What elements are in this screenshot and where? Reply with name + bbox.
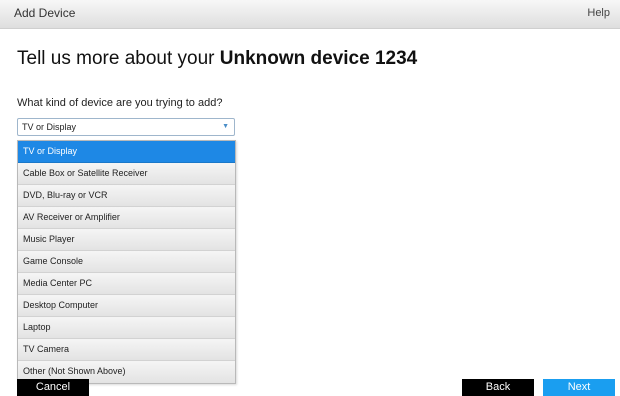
cancel-button[interactable]: Cancel <box>17 379 89 396</box>
option-tv-camera[interactable]: TV Camera <box>18 339 235 361</box>
option-game-console[interactable]: Game Console <box>18 251 235 273</box>
device-type-select[interactable]: TV or Display ▼ <box>17 118 235 136</box>
option-laptop[interactable]: Laptop <box>18 317 235 339</box>
device-type-question: What kind of device are you trying to ad… <box>17 97 223 109</box>
option-desktop-computer[interactable]: Desktop Computer <box>18 295 235 317</box>
next-button[interactable]: Next <box>543 379 615 396</box>
option-music-player[interactable]: Music Player <box>18 229 235 251</box>
page-title-prefix: Tell us more about your <box>17 48 220 69</box>
back-button[interactable]: Back <box>462 379 534 396</box>
device-type-select-value: TV or Display <box>22 122 77 132</box>
device-name: Unknown device 1234 <box>219 48 418 69</box>
option-cable-box-or-satellite-receiver[interactable]: Cable Box or Satellite Receiver <box>18 163 235 185</box>
device-type-dropdown-list: TV or Display Cable Box or Satellite Rec… <box>17 140 236 384</box>
title-bar: Add Device Help <box>0 0 620 29</box>
option-av-receiver-or-amplifier[interactable]: AV Receiver or Amplifier <box>18 207 235 229</box>
page-title: Tell us more about your Unknown device 1… <box>17 48 417 70</box>
option-dvd-blu-ray-or-vcr[interactable]: DVD, Blu-ray or VCR <box>18 185 235 207</box>
option-tv-or-display[interactable]: TV or Display <box>18 141 235 163</box>
help-link[interactable]: Help <box>587 7 610 19</box>
chevron-down-icon: ▼ <box>222 123 229 130</box>
window-title: Add Device <box>14 6 76 20</box>
option-media-center-pc[interactable]: Media Center PC <box>18 273 235 295</box>
